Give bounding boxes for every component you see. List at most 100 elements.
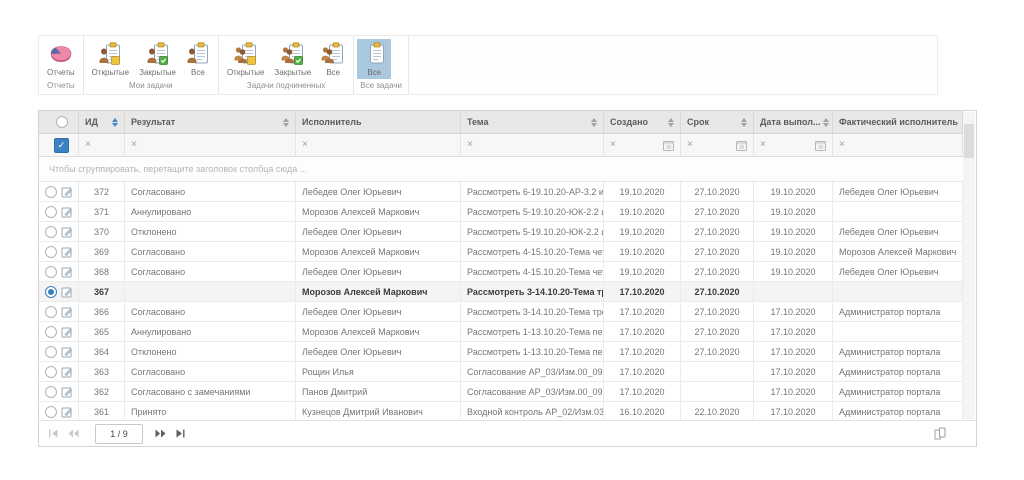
edit-row-icon[interactable] — [61, 326, 73, 338]
my-tasks-closed-button[interactable]: Закрытые — [134, 39, 181, 79]
row-radio[interactable] — [45, 286, 57, 298]
column-header-created[interactable]: Создано — [604, 111, 681, 134]
next-page-button[interactable] — [155, 429, 166, 438]
row-radio[interactable] — [45, 366, 57, 378]
my-tasks-open-button[interactable]: Открытые — [87, 39, 134, 79]
clear-filter-icon[interactable]: × — [687, 140, 693, 150]
table-row[interactable]: 368СогласованоЛебедев Олег ЮрьевичРассмо… — [39, 262, 963, 282]
row-radio[interactable] — [45, 266, 57, 278]
edit-row-icon[interactable] — [61, 286, 73, 298]
cell-actual: Морозов Алексей Маркович — [833, 242, 963, 262]
sort-caret-icon — [741, 118, 747, 127]
cell-created: 17.10.2020 — [604, 362, 681, 382]
vertical-scrollbar[interactable] — [963, 112, 975, 419]
edit-row-icon[interactable] — [61, 306, 73, 318]
table-row[interactable]: 362Согласовано с замечаниямиПанов Дмитри… — [39, 382, 963, 402]
filter-cell-executor[interactable]: × — [296, 134, 461, 157]
select-all-checkbox[interactable]: ✓ — [54, 138, 69, 153]
clear-filter-icon[interactable]: × — [131, 140, 137, 150]
cell-result: Согласовано — [125, 242, 296, 262]
column-header-deadline[interactable]: Срок — [681, 111, 754, 134]
table-row[interactable]: 367Морозов Алексей МарковичРассмотреть 3… — [39, 282, 963, 302]
row-radio[interactable] — [45, 226, 57, 238]
edit-row-icon[interactable] — [61, 206, 73, 218]
next-page-icon — [155, 429, 166, 438]
column-header-executor[interactable]: Исполнитель — [296, 111, 461, 134]
calendar-icon[interactable] — [736, 140, 747, 151]
row-radio[interactable] — [45, 326, 57, 338]
all-tasks-button[interactable]: Все — [357, 39, 391, 79]
clear-filter-icon[interactable]: × — [302, 140, 308, 150]
group-by-bar[interactable]: Чтобы сгруппировать, перетащите заголово… — [39, 157, 963, 182]
row-radio[interactable] — [45, 186, 57, 198]
cell-theme: Согласование АР_03/Изм.00_09.10.20 — [461, 362, 604, 382]
edit-row-icon[interactable] — [61, 366, 73, 378]
edit-row-icon[interactable] — [61, 386, 73, 398]
clear-filter-icon[interactable]: × — [760, 140, 766, 150]
subordinate-tasks-all-button[interactable]: Все — [316, 39, 350, 79]
filter-cell-actual-executor[interactable]: × — [833, 134, 963, 157]
edit-row-icon[interactable] — [61, 226, 73, 238]
subordinate-tasks-open-button[interactable]: Открытые — [222, 39, 269, 79]
clear-filter-icon[interactable]: × — [467, 140, 473, 150]
column-header-result[interactable]: Результат — [125, 111, 296, 134]
table-row[interactable]: 364ОтклоненоЛебедев Олег ЮрьевичРассмотр… — [39, 342, 963, 362]
cell-actual: Администратор портала — [833, 402, 963, 422]
cell-result: Согласовано — [125, 302, 296, 322]
row-radio[interactable] — [45, 406, 57, 418]
row-radio[interactable] — [45, 346, 57, 358]
column-header-done-date[interactable]: Дата выпол... — [754, 111, 833, 134]
clear-filter-icon[interactable]: × — [839, 140, 845, 150]
row-selector-cell — [39, 202, 79, 222]
reports-button[interactable]: Отчеты — [42, 39, 80, 79]
column-header-theme[interactable]: Тема — [461, 111, 604, 134]
column-chooser-icon[interactable] — [934, 427, 946, 440]
table-row[interactable]: 361ПринятоКузнецов Дмитрий ИвановичВходн… — [39, 402, 963, 422]
cell-actual: Администратор портала — [833, 302, 963, 322]
table-row[interactable]: 372СогласованоЛебедев Олег ЮрьевичРассмо… — [39, 182, 963, 202]
filter-cell-result[interactable]: × — [125, 134, 296, 157]
header-radio[interactable] — [56, 116, 68, 128]
row-radio[interactable] — [45, 306, 57, 318]
cell-deadline: 27.10.2020 — [681, 262, 754, 282]
row-radio[interactable] — [45, 206, 57, 218]
filter-cell-done-date[interactable]: × — [754, 134, 833, 157]
first-page-button[interactable] — [49, 429, 58, 438]
column-label: Создано — [610, 117, 648, 127]
last-page-button[interactable] — [176, 429, 185, 438]
filter-cell-theme[interactable]: × — [461, 134, 604, 157]
my-tasks-open-icon — [98, 42, 122, 66]
cell-result: Принято — [125, 402, 296, 422]
clear-filter-icon[interactable]: × — [85, 140, 91, 150]
page-number-input[interactable]: 1 / 9 — [95, 424, 143, 444]
calendar-icon[interactable] — [815, 140, 826, 151]
subordinate-tasks-closed-button[interactable]: Закрытые — [269, 39, 316, 79]
clear-filter-icon[interactable]: × — [610, 140, 616, 150]
cell-created: 17.10.2020 — [604, 342, 681, 362]
edit-row-icon[interactable] — [61, 266, 73, 278]
table-row[interactable]: 365АннулированоМорозов Алексей МарковичР… — [39, 322, 963, 342]
prev-page-button[interactable] — [68, 429, 79, 438]
edit-row-icon[interactable] — [61, 186, 73, 198]
edit-row-icon[interactable] — [61, 246, 73, 258]
filter-cell-created[interactable]: × — [604, 134, 681, 157]
column-header-actual-executor[interactable]: Фактический исполнитель — [833, 111, 963, 134]
table-row[interactable]: 371АннулированоМорозов Алексей МарковичР… — [39, 202, 963, 222]
column-header-id[interactable]: ИД — [79, 111, 125, 134]
row-radio[interactable] — [45, 246, 57, 258]
edit-row-icon[interactable] — [61, 406, 73, 418]
table-row[interactable]: 366СогласованоЛебедев Олег ЮрьевичРассмо… — [39, 302, 963, 322]
filter-cell-deadline[interactable]: × — [681, 134, 754, 157]
cell-done: 17.10.2020 — [754, 302, 833, 322]
scrollbar-thumb[interactable] — [964, 124, 974, 158]
table-row[interactable]: 370ОтклоненоЛебедев Олег ЮрьевичРассмотр… — [39, 222, 963, 242]
table-row[interactable]: 363СогласованоРощин ИльяСогласование АР_… — [39, 362, 963, 382]
my-tasks-all-button[interactable]: Все — [181, 39, 215, 79]
calendar-icon[interactable] — [663, 140, 674, 151]
cell-deadline: 22.10.2020 — [681, 402, 754, 422]
filter-cell-id[interactable]: × — [79, 134, 125, 157]
cell-theme: Рассмотреть 4-15.10.20-Тема четвертого з… — [461, 242, 604, 262]
table-row[interactable]: 369СогласованоМорозов Алексей МарковичРа… — [39, 242, 963, 262]
edit-row-icon[interactable] — [61, 346, 73, 358]
row-radio[interactable] — [45, 386, 57, 398]
